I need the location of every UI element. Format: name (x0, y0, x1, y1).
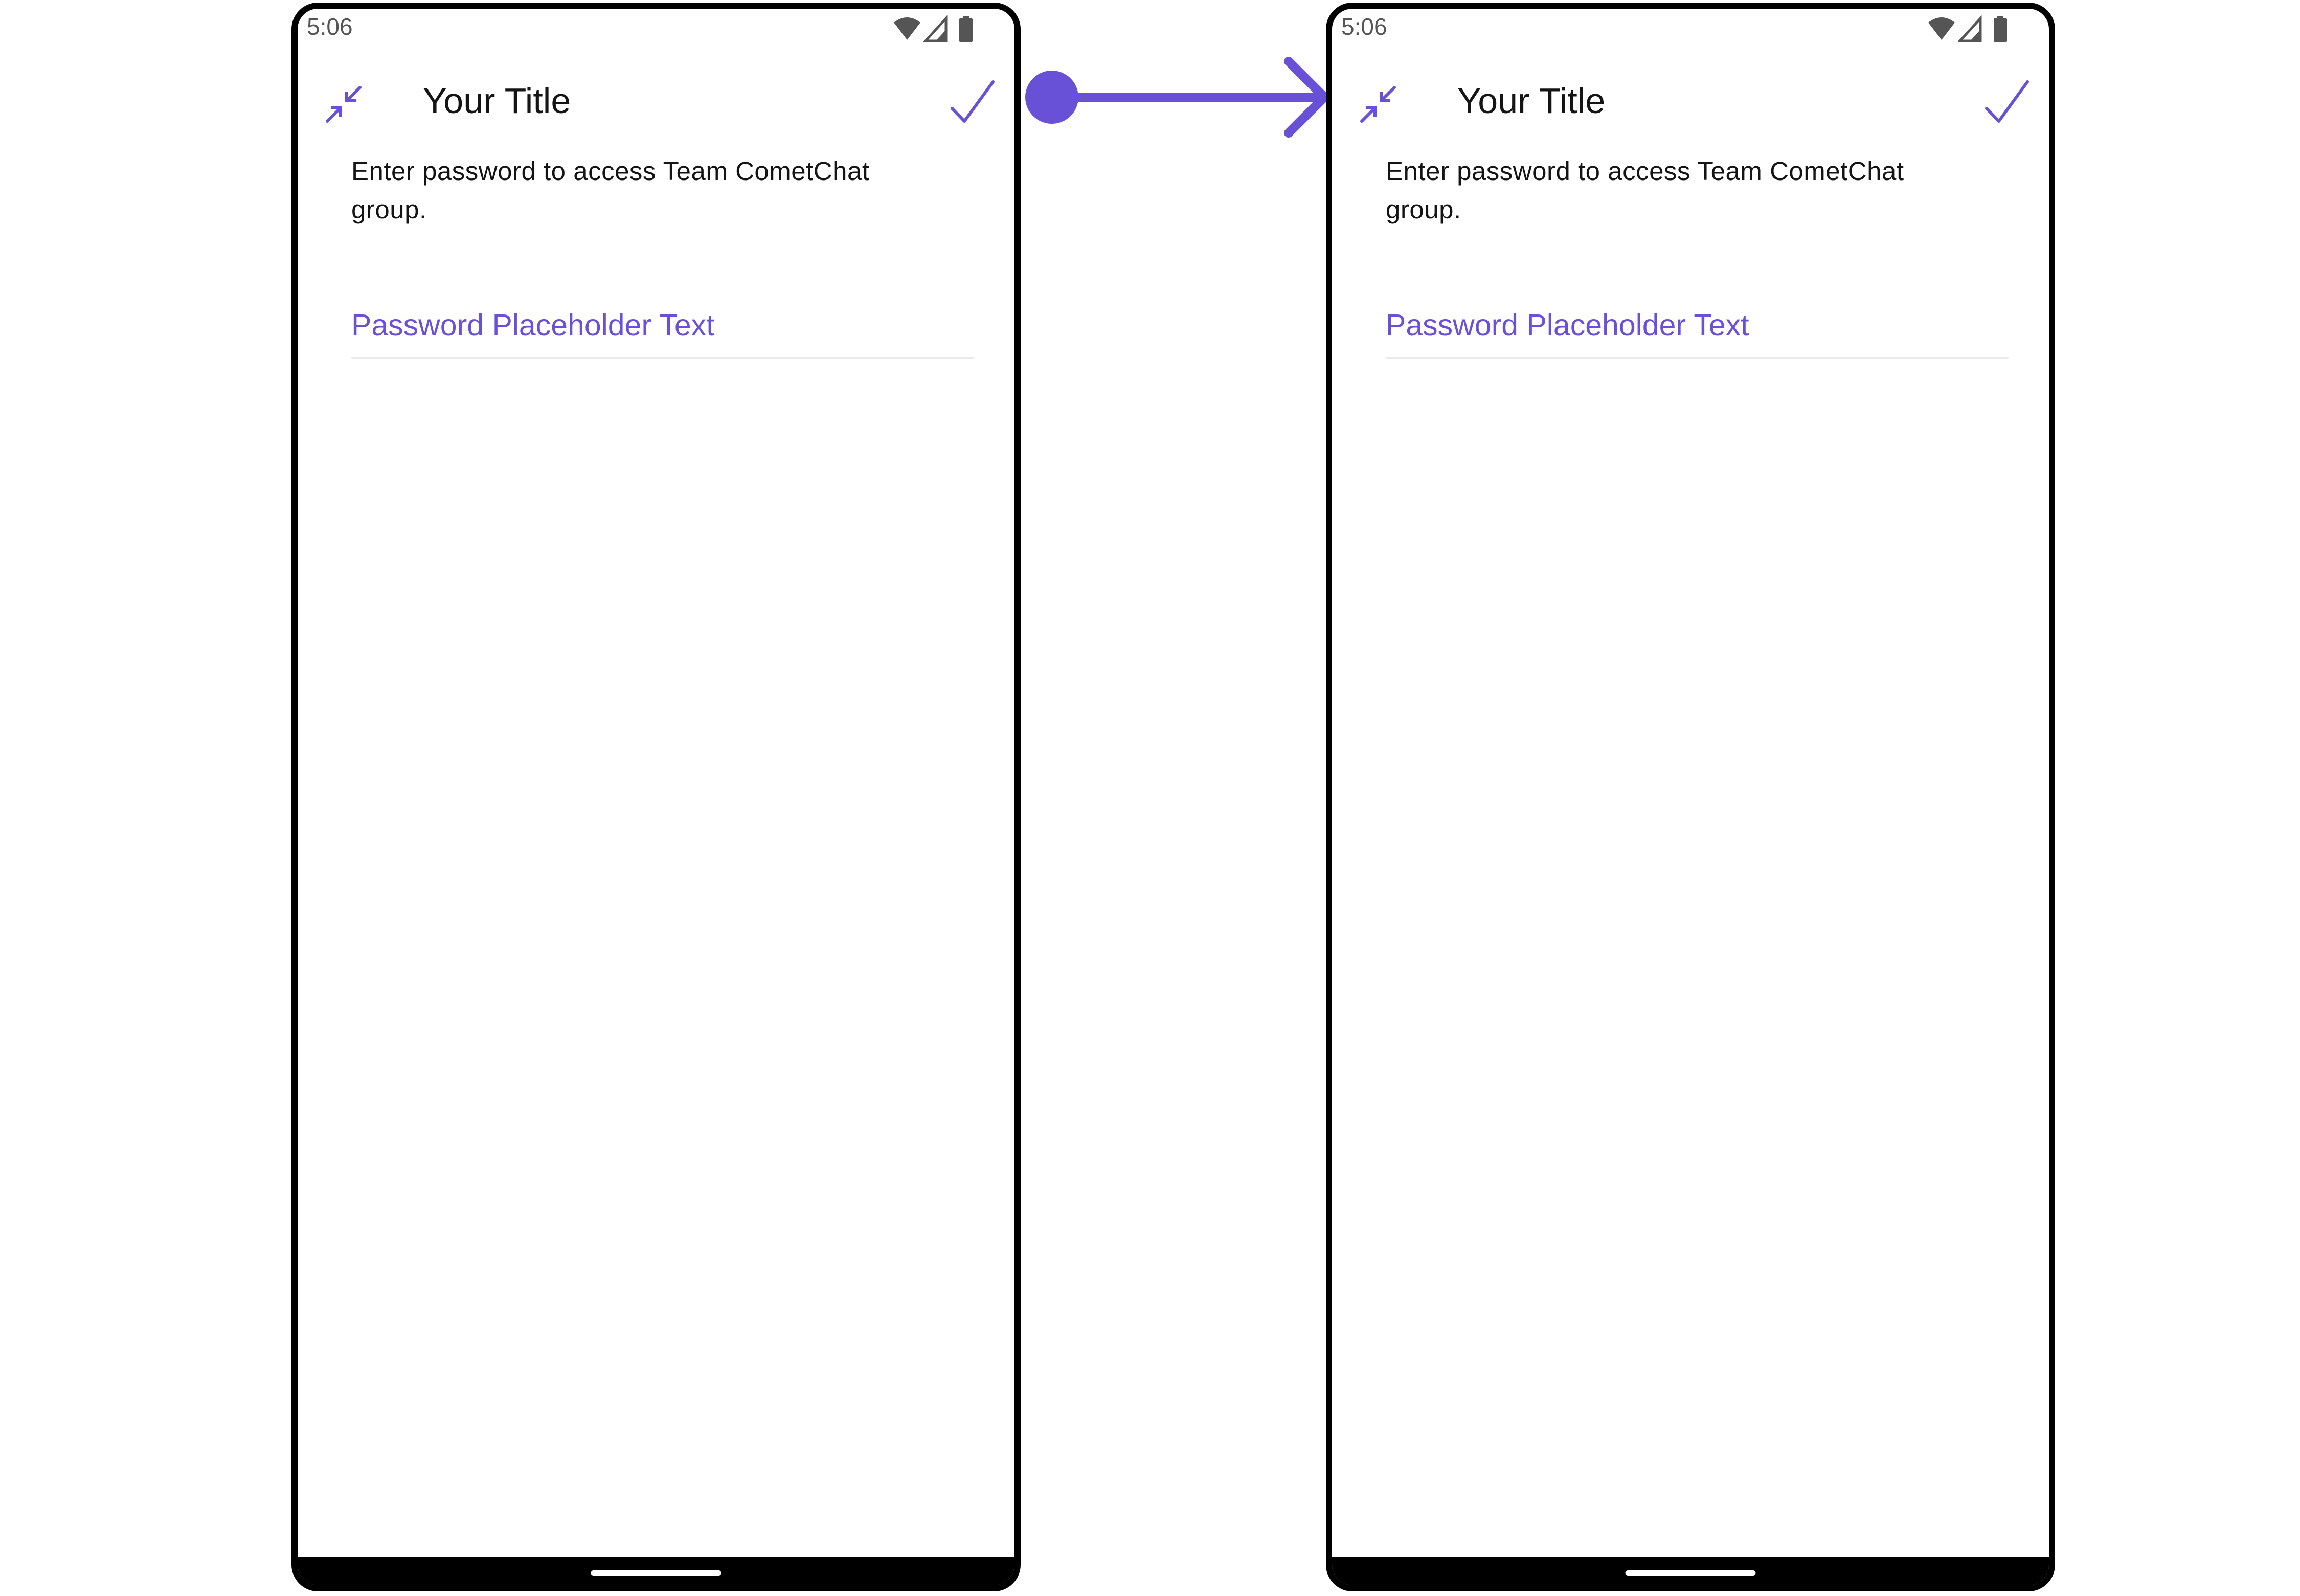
password-prompt-text: Enter password to access Team CometChat … (351, 156, 870, 224)
wifi-icon (894, 17, 920, 40)
check-icon[interactable] (1982, 78, 2031, 126)
phone-screen-after: 5:06 Your Title Enter password to access… (1326, 3, 2055, 1591)
status-bar: 5:06 (1332, 9, 2049, 50)
navigation-bar (298, 1557, 1014, 1585)
cell-signal-icon (923, 15, 948, 42)
status-time: 5:06 (1341, 13, 1387, 40)
navigation-bar (1332, 1557, 2049, 1585)
password-input[interactable] (1386, 293, 2009, 359)
arrow-right-icon (1025, 57, 1329, 138)
password-input[interactable] (351, 293, 974, 359)
cell-signal-icon (1958, 15, 1982, 42)
page-title: Your Title (423, 81, 571, 121)
collapse-arrows-icon[interactable] (1358, 84, 1399, 125)
battery-icon (1994, 16, 2007, 42)
collapse-arrows-icon[interactable] (323, 84, 364, 125)
page-title: Your Title (1457, 81, 1606, 121)
battery-icon (959, 16, 973, 42)
check-icon[interactable] (948, 78, 997, 126)
home-gesture-handle[interactable] (591, 1570, 721, 1576)
wifi-icon (1928, 17, 1955, 40)
status-icons (1927, 15, 2014, 43)
status-bar: 5:06 (298, 9, 1014, 50)
home-gesture-handle[interactable] (1625, 1570, 1756, 1576)
phone-screen-before: 5:06 Your Title Enter password to access… (291, 3, 1021, 1591)
status-icons (893, 15, 980, 43)
status-time: 5:06 (307, 13, 353, 40)
password-prompt-text: Enter password to access Team CometChat … (1386, 156, 1904, 224)
app-header: Your Title (1332, 70, 2049, 137)
app-header: Your Title (298, 70, 1014, 137)
